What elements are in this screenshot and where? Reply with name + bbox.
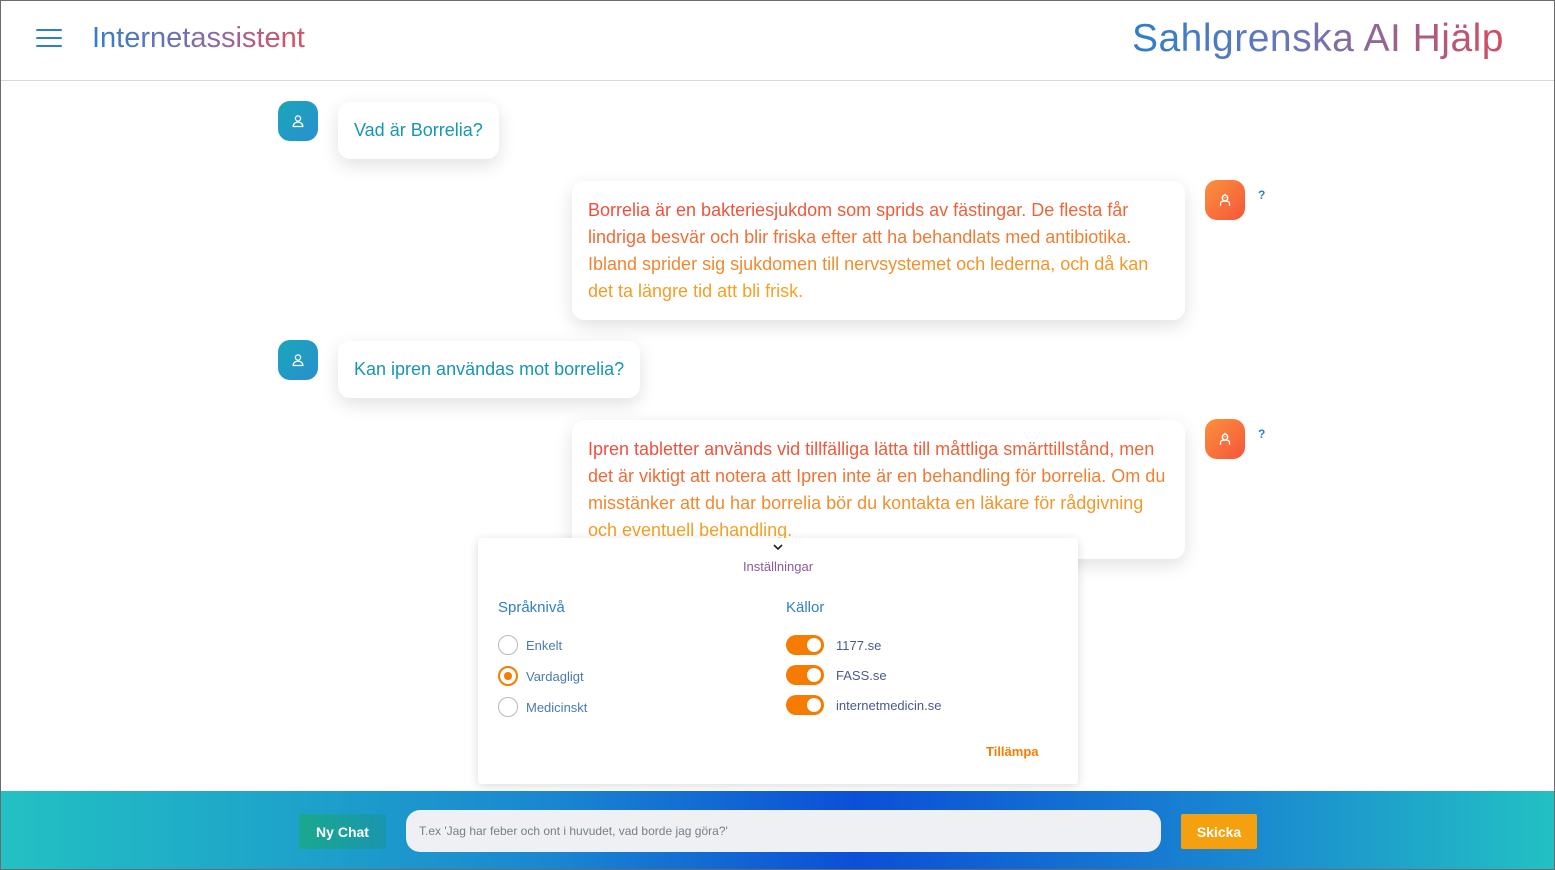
toggle-label: internetmedicin.se xyxy=(836,697,942,713)
assistant-message-text: Ipren tabletter används vid tillfälliga … xyxy=(588,439,1166,540)
settings-title: Inställningar xyxy=(742,559,814,574)
radio-label: Medicinskt xyxy=(526,699,588,715)
sources-title: Källor xyxy=(786,599,825,616)
chevron-down-icon[interactable] xyxy=(772,542,784,552)
app-title: Internetassistent xyxy=(92,22,305,54)
toggle-label: 1177.se xyxy=(836,637,882,653)
user-icon xyxy=(292,115,304,128)
radio-enkelt[interactable]: Enkelt xyxy=(498,634,562,656)
source-toggle-internetmedicin[interactable]: internetmedicin.se xyxy=(786,694,942,716)
message-input[interactable] xyxy=(406,810,1161,852)
input-bar: Ny Chat Skicka xyxy=(1,791,1554,869)
radio-button[interactable] xyxy=(498,666,518,686)
send-button[interactable]: Skicka xyxy=(1181,814,1257,849)
user-message: Kan ipren användas mot borrelia? xyxy=(338,341,641,398)
assistant-avatar xyxy=(1205,180,1245,220)
radio-label: Vardagligt xyxy=(526,668,584,684)
assistant-message: Borrelia är en bakteriesjukdom som sprid… xyxy=(572,181,1185,320)
user-message-text: Kan ipren användas mot borrelia? xyxy=(354,359,625,379)
user-message: Vad är Borrelia? xyxy=(338,102,499,159)
radio-label: Enkelt xyxy=(526,637,563,653)
user-avatar xyxy=(278,340,318,380)
help-button[interactable]: ? xyxy=(1258,188,1265,202)
app-header: Internetassistent Sahlgrenska AI Hjälp xyxy=(1,1,1554,81)
language-level-title: Språknivå xyxy=(498,599,565,616)
brand-title: Sahlgrenska AI Hjälp xyxy=(1132,15,1504,63)
settings-panel: Inställningar Språknivå Källor Enkelt Va… xyxy=(478,538,1078,784)
assistant-avatar xyxy=(1205,419,1245,459)
toggle-label: FASS.se xyxy=(836,667,887,683)
robot-icon xyxy=(1219,432,1231,445)
radio-button[interactable] xyxy=(498,635,518,655)
user-icon xyxy=(292,354,304,367)
source-toggle-fass[interactable]: FASS.se xyxy=(786,664,887,686)
toggle-switch[interactable] xyxy=(786,665,824,685)
help-button[interactable]: ? xyxy=(1258,427,1265,441)
radio-button[interactable] xyxy=(498,697,518,717)
robot-icon xyxy=(1219,193,1231,206)
toggle-switch[interactable] xyxy=(786,635,824,655)
hamburger-menu-icon[interactable] xyxy=(36,27,62,49)
user-message-text: Vad är Borrelia? xyxy=(354,120,483,140)
user-avatar xyxy=(278,101,318,141)
assistant-message-text: Borrelia är en bakteriesjukdom som sprid… xyxy=(588,200,1149,301)
radio-vardagligt[interactable]: Vardagligt xyxy=(498,665,584,687)
toggle-switch[interactable] xyxy=(786,695,824,715)
apply-button[interactable]: Tillämpa xyxy=(986,744,1039,759)
source-toggle-1177[interactable]: 1177.se xyxy=(786,634,881,656)
new-chat-button[interactable]: Ny Chat xyxy=(299,814,386,849)
radio-medicinskt[interactable]: Medicinskt xyxy=(498,696,587,718)
